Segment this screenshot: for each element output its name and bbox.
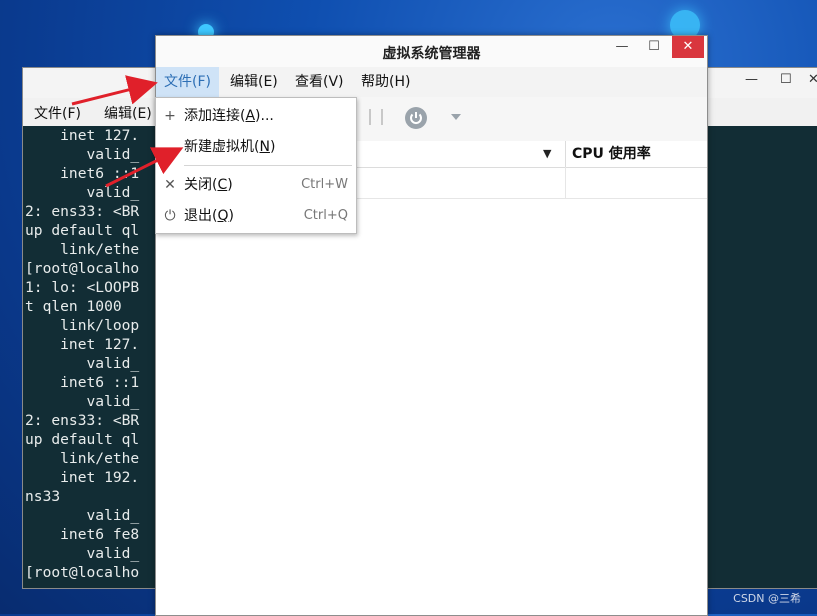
watermark: CSDN @三希 [733,592,801,605]
annotation-arrow [105,147,184,188]
annotation-arrows [71,75,184,188]
annotation-arrow [71,75,158,106]
